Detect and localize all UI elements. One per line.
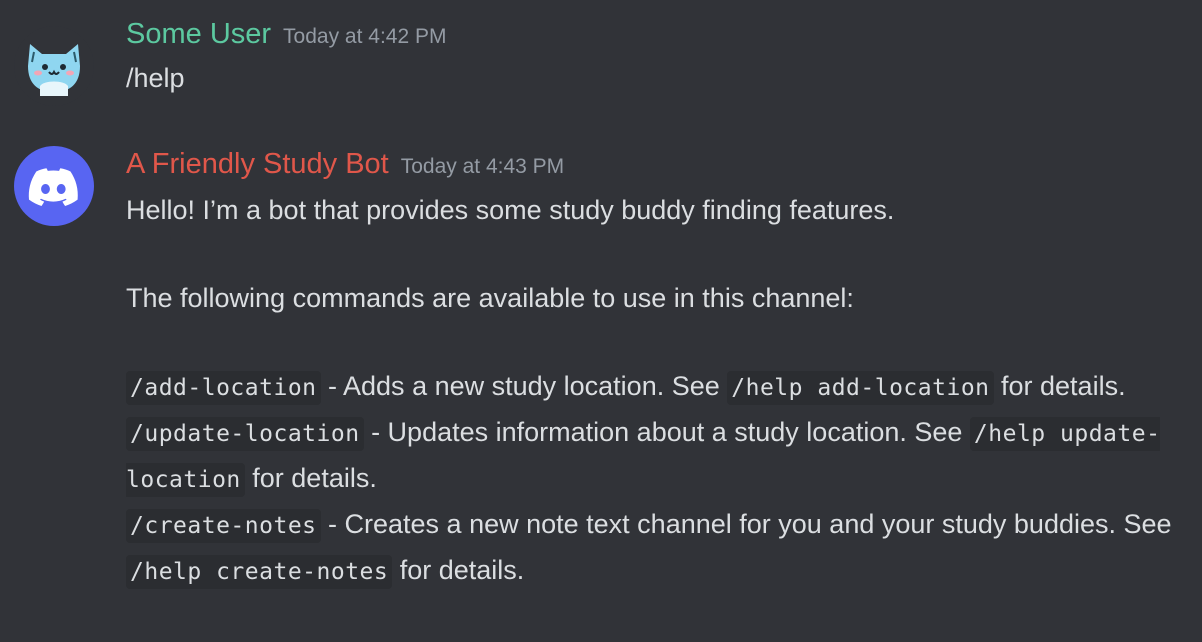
user-avatar[interactable] bbox=[14, 26, 94, 106]
message-timestamp: Today at 4:43 PM bbox=[400, 155, 565, 178]
message-content: /help bbox=[126, 56, 1196, 100]
bot-avatar[interactable] bbox=[14, 146, 94, 226]
message-bot: A Friendly Study Bot Today at 4:43 PM Hel… bbox=[0, 120, 1202, 642]
command-details: for details. bbox=[392, 555, 525, 585]
message-timestamp: Today at 4:42 PM bbox=[283, 25, 447, 48]
command-description: - Updates information about a study loca… bbox=[363, 417, 970, 447]
command-code: /update-location bbox=[126, 417, 364, 451]
command-description: - Creates a new note text channel for yo… bbox=[320, 509, 1172, 539]
command-code: /create-notes bbox=[126, 509, 321, 543]
message-text: /help bbox=[126, 63, 185, 93]
command-description: - Adds a new study location. See bbox=[320, 371, 728, 401]
help-code: /help add-location bbox=[727, 371, 994, 405]
command-details: for details. bbox=[993, 371, 1126, 401]
command-line-update-location: /update-location - Updates information a… bbox=[126, 410, 1196, 502]
cat-avatar-icon bbox=[14, 26, 94, 106]
message-header: A Friendly Study Bot Today at 4:43 PM bbox=[126, 148, 564, 181]
message-intro: Hello! I’m a bot that provides some stud… bbox=[126, 195, 895, 225]
discord-logo-icon bbox=[28, 168, 78, 206]
author-name[interactable]: A Friendly Study Bot bbox=[126, 148, 389, 180]
message-header: Some User Today at 4:42 PM bbox=[126, 18, 446, 51]
help-code: /help create-notes bbox=[126, 555, 393, 589]
command-code: /add-location bbox=[126, 371, 321, 405]
message-user: Some User Today at 4:42 PM /help bbox=[0, 0, 1202, 120]
command-line-add-location: /add-location - Adds a new study locatio… bbox=[126, 364, 1196, 410]
command-line-create-notes: /create-notes - Creates a new note text … bbox=[126, 502, 1196, 594]
message-content: Hello! I’m a bot that provides some stud… bbox=[126, 188, 1196, 594]
author-name[interactable]: Some User bbox=[126, 18, 271, 50]
commands-intro: The following commands are available to … bbox=[126, 283, 854, 313]
command-details: for details. bbox=[244, 463, 377, 493]
